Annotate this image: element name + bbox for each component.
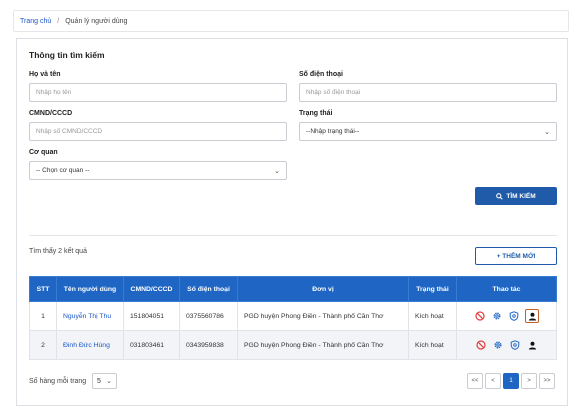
status-select[interactable]: --Nhập trạng thái-- ⌄ (299, 122, 557, 141)
fullname-input[interactable]: Nhập họ tên (29, 83, 287, 102)
gear-icon[interactable] (491, 310, 503, 322)
page-size-select[interactable]: 5 ⌄ (92, 373, 117, 389)
row-unit: PGD huyện Phong Điền - Thành phố Cần Thơ (237, 301, 409, 331)
users-table: STT Tên người dùng CMND/CCCD Số điện tho… (29, 276, 557, 360)
agency-select[interactable]: -- Chọn cơ quan -- ⌄ (29, 161, 287, 180)
row-idcard: 031803461 (123, 330, 180, 360)
search-section-title: Thông tin tìm kiếm (29, 50, 105, 60)
user-management-panel: Thông tin tìm kiếm Họ và tên Nhập họ tên… (16, 38, 568, 406)
row-unit: PGD huyện Phong Điền - Thành phố Cần Thơ (237, 330, 409, 360)
section-divider (29, 235, 557, 236)
column-header: CMND/CCCD (123, 276, 180, 302)
page-size-label: Số hàng mỗi trang (29, 378, 87, 385)
user-icon[interactable] (526, 339, 538, 351)
column-header: Thao tác (456, 276, 557, 302)
breadcrumb-separator: / (57, 17, 60, 25)
breadcrumb-home-link[interactable]: Trang chủ (20, 18, 51, 25)
page-size-value: 5 (97, 377, 101, 385)
result-count: Tìm thấy 2 kết quả (29, 248, 87, 255)
row-status: Kích hoạt (408, 330, 457, 360)
idcard-input[interactable]: Nhập số CMND/CCCD (29, 122, 287, 141)
shield-icon[interactable] (509, 339, 521, 351)
column-header: Đơn vị (237, 276, 409, 302)
agency-label: Cơ quan (29, 149, 58, 156)
ban-icon[interactable] (474, 310, 486, 322)
row-stt: 1 (29, 301, 57, 331)
chevron-down-icon: ⌄ (544, 128, 550, 136)
row-status: Kích hoạt (408, 301, 457, 331)
breadcrumb-current: Quản lý người dùng (65, 17, 128, 25)
ban-icon[interactable] (475, 339, 487, 351)
row-idcard: 151804051 (123, 301, 180, 331)
chevron-down-icon: ⌄ (106, 378, 112, 385)
column-header: Trạng thái (408, 276, 457, 302)
breadcrumb: Trang chủ / Quản lý người dùng (13, 10, 569, 32)
pagination: << < 1 > >> (467, 373, 555, 389)
user-name-link[interactable]: Nguyễn Thị Thu (63, 313, 111, 320)
next-page-button[interactable]: > (521, 373, 537, 389)
table-row: 2 Đinh Đức Hùng 031803461 0343959838 PGD… (29, 330, 557, 360)
fullname-label: Họ và tên (29, 71, 61, 78)
table-header-row: STT Tên người dùng CMND/CCCD Số điện tho… (29, 276, 557, 302)
first-page-button[interactable]: << (467, 373, 483, 389)
search-button-label: TÌM KIẾM (506, 192, 536, 200)
gear-icon[interactable] (492, 339, 504, 351)
phone-label: Số điện thoại (299, 71, 343, 78)
row-actions (456, 301, 557, 331)
table-row: 1 Nguyễn Thị Thu 151804051 0375560786 PG… (29, 301, 557, 331)
add-user-button[interactable]: + THÊM MỚI (475, 247, 557, 265)
current-page-button[interactable]: 1 (503, 373, 519, 389)
chevron-down-icon: ⌄ (274, 167, 280, 175)
prev-page-button[interactable]: < (485, 373, 501, 389)
user-name-link[interactable]: Đinh Đức Hùng (63, 342, 110, 349)
column-header: Số điện thoại (179, 276, 238, 302)
row-actions (456, 330, 557, 360)
column-header: Tên người dùng (56, 276, 124, 302)
shield-icon[interactable] (508, 310, 520, 322)
idcard-label: CMND/CCCD (29, 110, 73, 117)
search-icon (496, 192, 504, 200)
last-page-button[interactable]: >> (539, 373, 555, 389)
row-phone: 0343959838 (179, 330, 238, 360)
status-select-value: --Nhập trạng thái-- (306, 128, 360, 135)
row-stt: 2 (29, 330, 57, 360)
agency-select-value: -- Chọn cơ quan -- (36, 167, 90, 174)
status-label: Trạng thái (299, 110, 333, 117)
phone-input[interactable]: Nhập số điện thoại (299, 83, 557, 102)
column-header: STT (29, 276, 57, 302)
row-phone: 0375560786 (179, 301, 238, 331)
search-button[interactable]: TÌM KIẾM (475, 187, 557, 205)
user-icon[interactable] (525, 309, 539, 323)
